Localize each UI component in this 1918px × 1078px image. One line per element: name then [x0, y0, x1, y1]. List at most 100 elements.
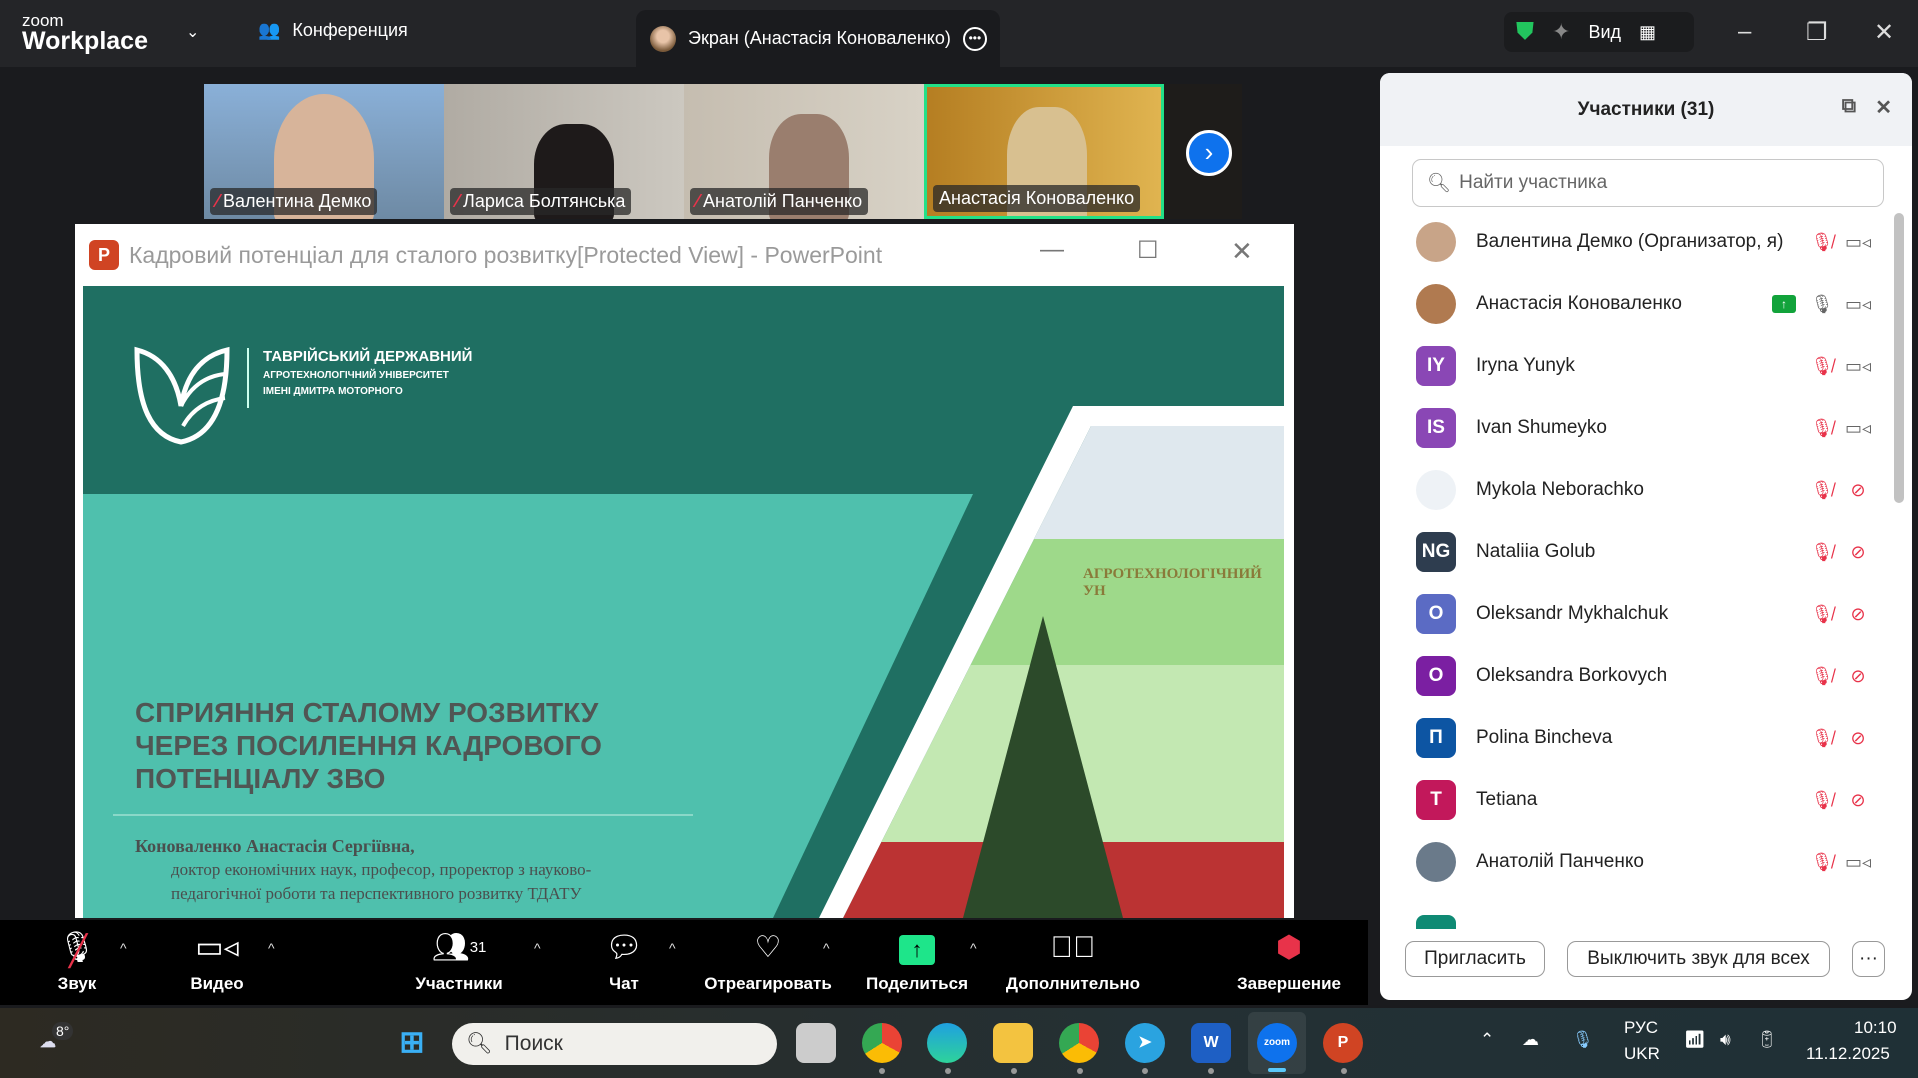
windows-start-icon[interactable]: ⊞: [392, 1023, 432, 1063]
video-tile[interactable]: ⁄ Анатолій Панченко: [684, 84, 924, 219]
word-icon[interactable]: W: [1191, 1023, 1231, 1063]
popout-icon[interactable]: ⧉: [1842, 95, 1856, 118]
mic-icon[interactable]: 🎙︎: [1804, 294, 1840, 315]
video-button[interactable]: ▭◃ Видео: [147, 928, 287, 994]
chevron-down-icon[interactable]: ⌄: [186, 22, 199, 42]
share-caret[interactable]: ^: [970, 940, 977, 956]
participant-row[interactable]: Валентина Демко (Организатор, я) 🎙︎̸ ▭◃: [1416, 211, 1876, 273]
mic-muted-icon[interactable]: 🎙︎̸: [1804, 790, 1840, 811]
next-page-button[interactable]: ›: [1186, 130, 1232, 176]
mic-muted-icon[interactable]: 🎙︎̸: [1804, 232, 1840, 253]
video-tile-active[interactable]: Анастасія Коноваленко: [924, 84, 1164, 219]
video-tile[interactable]: ⁄ Валентина Демко: [204, 84, 444, 219]
participant-row[interactable]: O Oleksandra Borkovych 🎙︎̸ ⊘: [1416, 645, 1876, 707]
scrollbar[interactable]: [1894, 213, 1904, 503]
edge-icon[interactable]: [927, 1023, 967, 1063]
mic-muted-icon[interactable]: 🎙︎̸: [1804, 666, 1840, 687]
task-view-icon[interactable]: [796, 1023, 836, 1063]
ppt-minimize-button[interactable]: —: [1040, 236, 1064, 264]
ppt-close-button[interactable]: ✕: [1231, 236, 1253, 267]
participant-row[interactable]: IS Ivan Shumeyko 🎙︎̸ ▭◃: [1416, 397, 1876, 459]
shield-icon[interactable]: ⛊: [1516, 18, 1534, 46]
camera-icon[interactable]: ▭◃: [1840, 294, 1876, 315]
participant-row[interactable]: O Oleksandr Mykhalchuk 🎙︎̸ ⊘: [1416, 583, 1876, 645]
mic-muted-icon[interactable]: 🎙︎̸: [1804, 604, 1840, 625]
participant-row[interactable]: Анатолій Панченко 🎙︎̸ ▭◃: [1416, 831, 1876, 893]
mic-muted-icon[interactable]: 🎙︎̸: [1804, 356, 1840, 377]
participant-row[interactable]: Mykola Neborachko 🎙︎̸ ⊘: [1416, 459, 1876, 521]
mute-all-button[interactable]: Выключить звук для всех: [1567, 941, 1830, 977]
powerpoint-taskbar-icon[interactable]: P: [1323, 1023, 1363, 1063]
tray-overflow-icon[interactable]: ⌃: [1480, 1030, 1494, 1050]
participant-row[interactable]: Анастасія Коноваленко ↑ 🎙︎ ▭◃: [1416, 273, 1876, 335]
camera-off-icon[interactable]: ⊘: [1840, 790, 1876, 811]
language-indicator[interactable]: РУС: [1624, 1018, 1658, 1038]
search-participant-input[interactable]: 🔍︎ Найти участника: [1412, 159, 1884, 207]
restore-button[interactable]: ❐: [1806, 18, 1828, 47]
wifi-icon[interactable]: 📶︎: [1684, 1030, 1706, 1050]
camera-off-icon[interactable]: ⊘: [1840, 604, 1876, 625]
battery-icon[interactable]: 🔋︎: [1756, 1030, 1778, 1050]
zoom-icon[interactable]: zoom: [1257, 1023, 1297, 1063]
participant-name: Mykola Neborachko: [1476, 479, 1644, 500]
mic-muted-icon[interactable]: 🎙︎̸: [1804, 418, 1840, 439]
keyboard-layout[interactable]: UKR: [1624, 1044, 1660, 1064]
invite-button[interactable]: Пригласить: [1405, 941, 1545, 977]
participants-caret[interactable]: ^: [534, 940, 541, 956]
participant-row[interactable]: IY Iryna Yunyk 🎙︎̸ ▭◃: [1416, 335, 1876, 397]
minimize-button[interactable]: –: [1738, 18, 1751, 46]
chrome-icon[interactable]: [862, 1023, 902, 1063]
chrome-profile-icon[interactable]: [1059, 1023, 1099, 1063]
react-caret[interactable]: ^: [823, 940, 830, 956]
university-name-3: ІМЕНІ ДМИТРА МОТОРНОГО: [263, 386, 403, 397]
camera-off-icon[interactable]: ⊘: [1840, 480, 1876, 501]
close-icon[interactable]: ✕: [1875, 95, 1892, 120]
avatar: П: [1416, 718, 1456, 758]
volume-icon[interactable]: 🔊︎: [1720, 1030, 1731, 1050]
audio-caret[interactable]: ^: [120, 940, 127, 956]
mic-tray-icon[interactable]: 🎙︎: [1572, 1030, 1594, 1050]
more-icon[interactable]: •••: [962, 26, 987, 51]
end-button[interactable]: ⬢ Завершение: [1219, 928, 1359, 994]
avatar: O: [1416, 656, 1456, 696]
camera-icon[interactable]: ▭◃: [1840, 852, 1876, 873]
screen-share-tab[interactable]: Экран (Анастасія Коноваленко) •••: [636, 10, 1000, 67]
mic-muted-icon[interactable]: 🎙︎̸: [1804, 480, 1840, 501]
participant-row[interactable]: T Tetiana 🎙︎̸ ⊘: [1416, 769, 1876, 831]
more-button[interactable]: ⋯⃝ Дополнительно: [1003, 928, 1143, 994]
mic-muted-icon[interactable]: 🎙︎̸: [1804, 852, 1840, 873]
participant-row[interactable]: П Polina Bincheva 🎙︎̸ ⊘: [1416, 707, 1876, 769]
close-button[interactable]: ✕: [1874, 18, 1894, 47]
share-button[interactable]: ↑ Поделиться: [847, 928, 987, 994]
camera-icon[interactable]: ▭◃: [1840, 356, 1876, 377]
clock-time[interactable]: 10:10: [1854, 1018, 1897, 1038]
audio-button[interactable]: 🎙︎ ╱ Звук: [7, 928, 147, 994]
tile-label: Анастасія Коноваленко: [933, 185, 1141, 212]
camera-off-icon[interactable]: ⊘: [1840, 728, 1876, 749]
camera-off-icon[interactable]: ⊘: [1840, 542, 1876, 563]
mic-muted-icon[interactable]: 🎙︎̸: [1804, 542, 1840, 563]
camera-icon[interactable]: ▭◃: [1840, 418, 1876, 439]
clock-date[interactable]: 11.12.2025: [1806, 1044, 1890, 1064]
more-options-button[interactable]: ···: [1852, 941, 1885, 977]
file-explorer-icon[interactable]: [993, 1023, 1033, 1063]
onedrive-icon[interactable]: ☁: [1522, 1030, 1539, 1050]
powerpoint-icon: P: [89, 240, 119, 270]
participant-row[interactable]: NG Nataliia Golub 🎙︎̸ ⊘: [1416, 521, 1876, 583]
telegram-icon[interactable]: ➤: [1125, 1023, 1165, 1063]
camera-icon[interactable]: ▭◃: [1840, 232, 1876, 253]
meeting-button[interactable]: 👥 Конференция: [258, 20, 408, 41]
avatar: IS: [1416, 408, 1456, 448]
ppt-maximize-button[interactable]: ☐: [1137, 236, 1159, 265]
mic-muted-icon[interactable]: 🎙︎̸: [1804, 728, 1840, 749]
taskbar-search[interactable]: 🔍︎ Поиск: [452, 1023, 777, 1065]
react-button[interactable]: ♡ Отреагировать: [698, 928, 838, 994]
sparkle-icon[interactable]: ✦: [1552, 19, 1570, 45]
view-button[interactable]: Вид: [1588, 22, 1621, 43]
chat-caret[interactable]: ^: [669, 940, 676, 956]
participants-button[interactable]: 👥︎31 Участники: [389, 928, 529, 994]
camera-off-icon[interactable]: ⊘: [1840, 666, 1876, 687]
video-caret[interactable]: ^: [268, 940, 275, 956]
video-tile[interactable]: ⁄ Лариса Болтянська: [444, 84, 684, 219]
chat-button[interactable]: 💬︎ Чат: [554, 928, 694, 994]
